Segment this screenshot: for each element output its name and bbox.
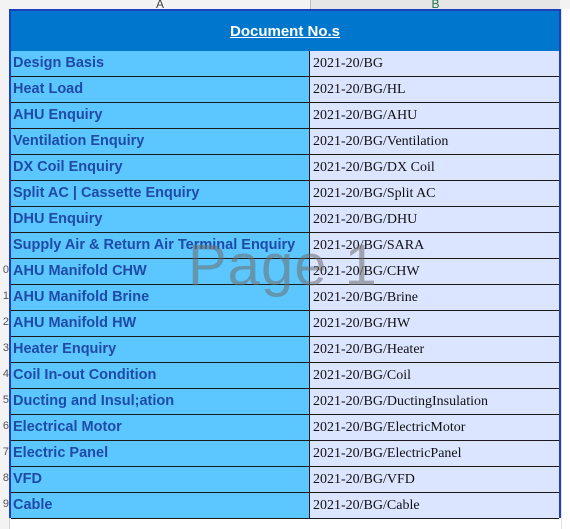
table-row: DX Coil Enquiry 2021-20/BG/DX Coil bbox=[11, 155, 559, 181]
document-number-cell[interactable]: 2021-20/BG/Cable bbox=[310, 493, 559, 519]
label-cell[interactable]: DX Coil Enquiry bbox=[11, 155, 310, 181]
right-gutter bbox=[561, 9, 570, 529]
label-cell[interactable]: Heat Load bbox=[11, 77, 310, 103]
document-number-cell[interactable]: 2021-20/BG bbox=[310, 51, 559, 77]
label-cell[interactable]: AHU Manifold CHW bbox=[11, 259, 310, 285]
label-cell[interactable]: VFD bbox=[11, 467, 310, 493]
label-cell[interactable]: Electric Panel bbox=[11, 441, 310, 467]
label-cell[interactable]: AHU Enquiry bbox=[11, 103, 310, 129]
table-row: AHU Manifold CHW 2021-20/BG/CHW bbox=[11, 259, 559, 285]
table-row: AHU Manifold Brine 2021-20/BG/Brine bbox=[11, 285, 559, 311]
document-table: Document No.s Design Basis 2021-20/BG Heat… bbox=[9, 9, 561, 519]
row-number[interactable] bbox=[0, 49, 9, 75]
row-number[interactable] bbox=[0, 205, 9, 231]
table-row: DHU Enquiry 2021-20/BG/DHU bbox=[11, 207, 559, 233]
table-row: Split AC | Cassette Enquiry 2021-20/BG/Sp… bbox=[11, 181, 559, 207]
row-number[interactable] bbox=[0, 75, 9, 101]
table-row: Heater Enquiry 2021-20/BG/Heater bbox=[11, 337, 559, 363]
document-number-cell[interactable]: 2021-20/BG/HW bbox=[310, 311, 559, 337]
row-number[interactable]: 5 bbox=[0, 387, 9, 413]
table-row: Heat Load 2021-20/BG/HL bbox=[11, 77, 559, 103]
document-number-cell[interactable]: 2021-20/BG/Heater bbox=[310, 337, 559, 363]
table-row: Electrical Motor 2021-20/BG/ElectricMotor bbox=[11, 415, 559, 441]
row-number[interactable]: 2 bbox=[0, 309, 9, 335]
document-number-cell[interactable]: 2021-20/BG/Ventilation bbox=[310, 129, 559, 155]
document-number-cell[interactable]: 2021-20/BG/SARA bbox=[310, 233, 559, 259]
document-number-cell[interactable]: 2021-20/BG/DuctingInsulation bbox=[310, 389, 559, 415]
table-row: Design Basis 2021-20/BG bbox=[11, 51, 559, 77]
table-row: Cable 2021-20/BG/Cable bbox=[11, 493, 559, 519]
table-row: Supply Air & Return Air Terminal Enquiry… bbox=[11, 233, 559, 259]
row-number[interactable] bbox=[0, 179, 9, 205]
table-row: Ventilation Enquiry 2021-20/BG/Ventilatio… bbox=[11, 129, 559, 155]
row-number[interactable] bbox=[0, 231, 9, 257]
row-number[interactable]: 3 bbox=[0, 335, 9, 361]
row-number[interactable]: 7 bbox=[0, 439, 9, 465]
label-cell[interactable]: DHU Enquiry bbox=[11, 207, 310, 233]
document-number-cell[interactable]: 2021-20/BG/ElectricPanel bbox=[310, 441, 559, 467]
row-number[interactable]: 1 bbox=[0, 283, 9, 309]
table-row: Coil In-out Condition 2021-20/BG/Coil bbox=[11, 363, 559, 389]
label-cell[interactable]: Coil In-out Condition bbox=[11, 363, 310, 389]
label-cell[interactable]: AHU Manifold Brine bbox=[11, 285, 310, 311]
label-cell[interactable]: Ventilation Enquiry bbox=[11, 129, 310, 155]
row-number[interactable]: 9 bbox=[0, 491, 9, 517]
document-number-cell[interactable]: 2021-20/BG/AHU bbox=[310, 103, 559, 129]
document-number-cell[interactable]: 2021-20/BG/HL bbox=[310, 77, 559, 103]
document-number-cell[interactable]: 2021-20/BG/Coil bbox=[310, 363, 559, 389]
row-number[interactable]: 4 bbox=[0, 361, 9, 387]
label-cell[interactable]: Cable bbox=[11, 493, 310, 519]
row-number[interactable]: 8 bbox=[0, 465, 9, 491]
row-number[interactable] bbox=[0, 153, 9, 179]
document-number-cell[interactable]: 2021-20/BG/DX Coil bbox=[310, 155, 559, 181]
row-number[interactable]: 0 bbox=[0, 257, 9, 283]
label-cell[interactable]: Heater Enquiry bbox=[11, 337, 310, 363]
table-row: Electric Panel 2021-20/BG/ElectricPanel bbox=[11, 441, 559, 467]
document-number-cell[interactable]: 2021-20/BG/Brine bbox=[310, 285, 559, 311]
table-body: Design Basis 2021-20/BG Heat Load 2021-20/B… bbox=[11, 51, 559, 519]
label-cell[interactable]: Ducting and Insul;ation bbox=[11, 389, 310, 415]
table-row: Ducting and Insul;ation 2021-20/BG/Ductin… bbox=[11, 389, 559, 415]
table-title: Document No.s bbox=[229, 22, 340, 40]
label-cell[interactable]: AHU Manifold HW bbox=[11, 311, 310, 337]
document-number-cell[interactable]: 2021-20/BG/Split AC bbox=[310, 181, 559, 207]
label-cell[interactable]: Split AC | Cassette Enquiry bbox=[11, 181, 310, 207]
row-number[interactable] bbox=[0, 127, 9, 153]
row-number[interactable] bbox=[0, 23, 9, 49]
table-row: AHU Enquiry 2021-20/BG/AHU bbox=[11, 103, 559, 129]
label-cell[interactable]: Design Basis bbox=[11, 51, 310, 77]
column-header-a[interactable]: A bbox=[10, 0, 310, 9]
column-header-b[interactable]: B bbox=[311, 0, 560, 9]
label-cell[interactable]: Electrical Motor bbox=[11, 415, 310, 441]
table-row: AHU Manifold HW 2021-20/BG/HW bbox=[11, 311, 559, 337]
row-number[interactable]: 6 bbox=[0, 413, 9, 439]
document-number-cell[interactable]: 2021-20/BG/CHW bbox=[310, 259, 559, 285]
document-number-cell[interactable]: 2021-20/BG/VFD bbox=[310, 467, 559, 493]
document-number-cell[interactable]: 2021-20/BG/ElectricMotor bbox=[310, 415, 559, 441]
document-number-cell[interactable]: 2021-20/BG/DHU bbox=[310, 207, 559, 233]
table-row: VFD 2021-20/BG/VFD bbox=[11, 467, 559, 493]
table-title-cell[interactable]: Document No.s bbox=[11, 11, 559, 53]
row-number[interactable] bbox=[0, 101, 9, 127]
label-cell[interactable]: Supply Air & Return Air Terminal Enquiry bbox=[11, 233, 310, 259]
